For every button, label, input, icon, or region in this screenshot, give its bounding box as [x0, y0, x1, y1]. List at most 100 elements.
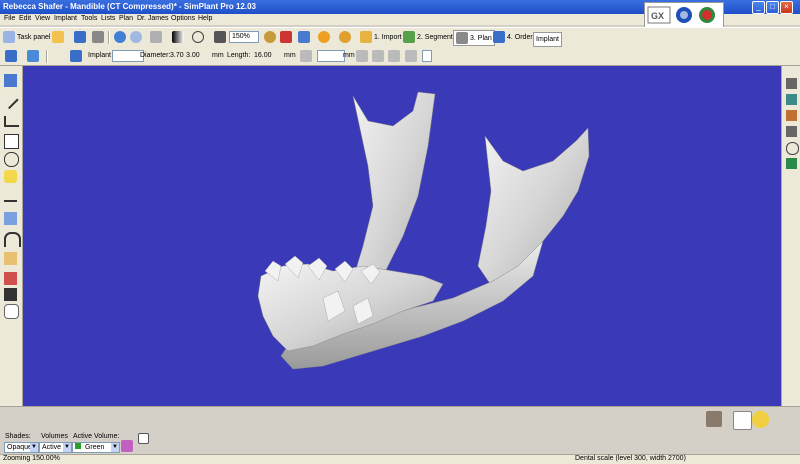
- layers-icon[interactable]: [786, 158, 797, 169]
- import-icon: [360, 31, 372, 43]
- menu-tools[interactable]: Tools: [81, 15, 97, 22]
- 3d-viewport[interactable]: [23, 66, 781, 406]
- redo-icon[interactable]: [130, 31, 142, 43]
- copy-icon[interactable]: [150, 31, 162, 43]
- main-toolbar: Task panel 150% 1. Import 2. Segment 3. …: [0, 27, 800, 48]
- left-toolbar: [0, 66, 23, 410]
- active-volume-label: Active Volume:: [73, 433, 120, 440]
- step-plan[interactable]: 3. Plan: [453, 30, 495, 46]
- zoom-select[interactable]: 150%: [229, 31, 259, 43]
- sync-icon[interactable]: [752, 411, 769, 428]
- status-zoom: Zooming 150.00%: [3, 455, 60, 462]
- tooth-icon[interactable]: [4, 304, 19, 319]
- hand-icon[interactable]: [4, 252, 17, 265]
- refresh-icon[interactable]: [786, 142, 799, 155]
- nerve-icon[interactable]: [4, 232, 21, 247]
- view-3d-icon[interactable]: [786, 78, 797, 89]
- pan-icon[interactable]: [214, 31, 226, 43]
- implant-toolbar: Implant Diameter: 3.70 3.00 mm Length: 1…: [0, 47, 800, 66]
- smile-icon[interactable]: [339, 31, 351, 43]
- implant-library-icon[interactable]: [70, 50, 82, 62]
- undo-icon[interactable]: [114, 31, 126, 43]
- close-button[interactable]: ×: [780, 1, 793, 14]
- step-plan-label: 3. Plan: [470, 34, 492, 42]
- maximize-button[interactable]: □: [766, 1, 779, 14]
- step-segment[interactable]: 2. Segment: [403, 30, 453, 44]
- step-import[interactable]: 1. Import: [360, 30, 402, 44]
- menu-implant[interactable]: Implant: [54, 15, 77, 22]
- zoom-out-icon[interactable]: [280, 31, 292, 43]
- rotate-icon[interactable]: [192, 31, 204, 43]
- abutment-icon[interactable]: [300, 50, 312, 62]
- step-segment-label: 2. Segment: [417, 33, 453, 41]
- volume-settings-icon[interactable]: [121, 440, 133, 452]
- menu-plan[interactable]: Plan: [119, 15, 133, 22]
- minimize-button[interactable]: _: [752, 1, 765, 14]
- diameter-value-2[interactable]: 3.00: [186, 52, 200, 59]
- menu-edit[interactable]: Edit: [19, 15, 31, 22]
- volumes-label: Volumes: [41, 433, 68, 440]
- view-coronal-icon[interactable]: [786, 126, 797, 137]
- curve-icon[interactable]: [4, 192, 17, 202]
- view-sagittal-icon[interactable]: [786, 110, 797, 121]
- screw-icon[interactable]: [356, 50, 368, 62]
- fit-view-icon[interactable]: [298, 31, 310, 43]
- volume-icon[interactable]: [4, 212, 17, 225]
- implant-place-icon[interactable]: [4, 74, 17, 87]
- view-axial-icon[interactable]: [786, 94, 797, 105]
- shades-label: Shades:: [5, 433, 31, 440]
- tab-implant-label: Implant: [536, 36, 559, 43]
- menu-help[interactable]: Help: [198, 15, 212, 22]
- implant-type-icon[interactable]: [27, 50, 39, 62]
- rectangle-icon[interactable]: [4, 134, 19, 149]
- volume-select[interactable]: Active ▼: [39, 442, 72, 453]
- length-label: Length:: [227, 52, 251, 59]
- annotation-icon[interactable]: [4, 170, 17, 183]
- implant-tool-icon[interactable]: [5, 50, 17, 62]
- plan-icon: [456, 32, 468, 44]
- measure-line-icon[interactable]: [2, 92, 19, 110]
- step-order[interactable]: 4. Order: [493, 30, 533, 44]
- logo-area: GX: [644, 2, 724, 28]
- active-volume-select[interactable]: Green ▼: [72, 442, 120, 453]
- properties-icon[interactable]: [138, 433, 149, 444]
- menu-file[interactable]: File: [4, 15, 15, 22]
- zoom-icon[interactable]: [264, 31, 276, 43]
- jaw-view-icon[interactable]: [733, 411, 752, 430]
- brand-logos-icon: GX: [647, 6, 715, 24]
- measure-angle-icon[interactable]: [4, 116, 19, 127]
- abutment-field[interactable]: [317, 50, 345, 62]
- tab-implant[interactable]: Implant: [533, 32, 562, 47]
- segment-icon: [403, 31, 415, 43]
- save-icon[interactable]: [74, 31, 86, 43]
- menu-lists[interactable]: Lists: [101, 15, 115, 22]
- shade-value: Opaque: [7, 444, 32, 451]
- bottom-panel: Shades: Volumes Active Volume: Opaque ▼ …: [0, 406, 800, 455]
- chevron-down-icon: ▼: [30, 443, 38, 452]
- contrast-icon[interactable]: [172, 31, 184, 43]
- patient-photo-icon[interactable]: [706, 411, 722, 427]
- task-panel-label: Task panel: [17, 33, 51, 41]
- shade-select[interactable]: Opaque ▼: [4, 442, 39, 453]
- tooth-angle-icon[interactable]: [372, 50, 384, 62]
- print-icon[interactable]: [92, 31, 104, 43]
- task-panel-button[interactable]: Task panel: [3, 30, 50, 44]
- person-icon[interactable]: [4, 288, 17, 301]
- open-folder-icon[interactable]: [52, 31, 64, 43]
- menu-view[interactable]: View: [35, 15, 50, 22]
- info-icon[interactable]: [318, 31, 330, 43]
- rotate-implant-icon[interactable]: [405, 50, 417, 62]
- length-unit: mm: [284, 52, 296, 59]
- angle-field[interactable]: [422, 50, 432, 62]
- menu-options[interactable]: Options: [171, 15, 195, 22]
- split-icon[interactable]: [4, 272, 17, 285]
- length-value[interactable]: 16.00: [254, 52, 272, 59]
- unit-3: mm: [343, 52, 355, 59]
- parallel-icon[interactable]: [388, 50, 400, 62]
- diameter-unit: mm: [212, 52, 224, 59]
- circle-icon[interactable]: [4, 152, 19, 167]
- right-toolbar: [781, 66, 800, 410]
- menu-dr-james[interactable]: Dr. James: [137, 15, 169, 22]
- mandible-3d-model[interactable]: [23, 66, 781, 406]
- diameter-value[interactable]: 3.70: [170, 52, 184, 59]
